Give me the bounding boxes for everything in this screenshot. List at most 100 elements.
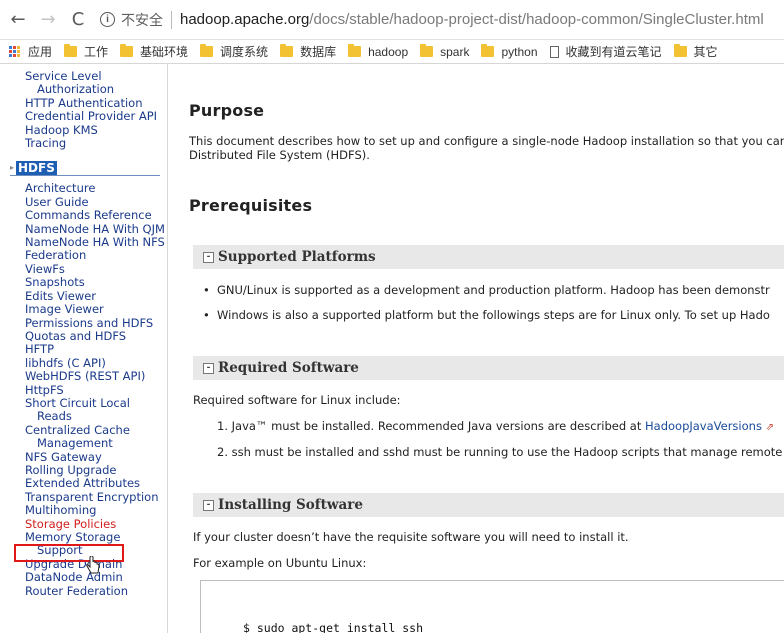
- purpose-text-line1: This document describes how to set up an…: [189, 134, 784, 148]
- bookmark-label: 基础环境: [140, 45, 189, 59]
- supported-platforms-header[interactable]: - Supported Platforms: [193, 245, 784, 269]
- bookmark-label: hadoop: [368, 44, 409, 59]
- browser-toolbar: ← → C i 不安全 hadoop.apache.org/docs/stabl…: [0, 0, 784, 40]
- bookmark-label: 数据库: [300, 45, 337, 59]
- bookmark-folder-python[interactable]: python: [481, 44, 538, 59]
- info-icon[interactable]: i: [100, 12, 115, 27]
- nav-item[interactable]: Edits Viewer: [25, 289, 167, 303]
- main-content: Purpose This document describes how to s…: [169, 64, 784, 633]
- bookmark-apps[interactable]: 应用: [9, 43, 52, 60]
- list-item: 2. ssh must be installed and sshd must b…: [217, 445, 783, 459]
- url-path: /docs/stable/hadoop-project-dist/hadoop-…: [309, 11, 764, 28]
- list-item: 1. Java™ must be installed. Recommended …: [217, 419, 774, 433]
- bookmark-folder-other[interactable]: 其它: [673, 43, 718, 60]
- security-label: 不安全: [121, 11, 163, 28]
- list-item: GNU/Linux is supported as a development …: [203, 283, 770, 297]
- left-nav: Service Level Authorization HTTP Authent…: [0, 64, 168, 633]
- prerequisites-heading: Prerequisites: [189, 196, 313, 215]
- nav-section-hdfs[interactable]: ▸ HDFS: [10, 160, 160, 177]
- nav-item[interactable]: Image Viewer: [25, 302, 167, 316]
- bookmark-label: 收藏到有道云笔记: [565, 45, 662, 59]
- nav-item[interactable]: WebHDFS (REST API): [25, 369, 167, 383]
- nav-item-hadoop-kms[interactable]: Hadoop KMS: [25, 123, 167, 137]
- ubuntu-text: For example on Ubuntu Linux:: [193, 556, 367, 570]
- bookmark-folder-hadoop[interactable]: hadoop: [348, 44, 409, 59]
- nav-item[interactable]: HFTP: [25, 342, 167, 356]
- nav-item-credential-provider-api[interactable]: Credential Provider API: [25, 109, 167, 123]
- folder-icon: [348, 44, 362, 57]
- bookmark-folder-scheduling[interactable]: 调度系统: [200, 43, 268, 60]
- expand-icon: -: [203, 362, 214, 374]
- bookmark-folder-spark[interactable]: spark: [420, 44, 469, 59]
- nav-top-list: Service Level Authorization HTTP Authent…: [0, 64, 167, 150]
- list-item-text: 1. Java™ must be installed. Recommended …: [217, 419, 645, 433]
- code-line: $ sudo apt-get install ssh: [243, 621, 424, 633]
- bookmark-folder-env[interactable]: 基础环境: [120, 43, 188, 60]
- bookmark-label: 其它: [693, 45, 718, 59]
- bookmarks-bar: 应用 工作 基础环境 调度系统 数据库 hadoop spark python …: [0, 40, 784, 64]
- bookmark-label: 工作: [84, 45, 109, 59]
- nav-section-title: HDFS: [16, 160, 57, 175]
- nav-item-http-authentication[interactable]: HTTP Authentication: [25, 96, 167, 110]
- highlight-box: [14, 544, 124, 562]
- nav-item[interactable]: Router Federation: [25, 584, 167, 598]
- section-title: Supported Platforms: [218, 249, 376, 265]
- folder-icon: [420, 44, 434, 57]
- section-title: Required Software: [218, 360, 359, 376]
- forward-button[interactable]: →: [36, 8, 60, 32]
- expand-icon: -: [203, 499, 214, 511]
- nav-item[interactable]: Commands Reference: [25, 208, 167, 222]
- nav-item[interactable]: User Guide: [25, 195, 167, 209]
- expand-arrow-icon: ▸: [10, 163, 15, 173]
- nav-item[interactable]: Extended Attributes: [25, 476, 167, 490]
- nav-item[interactable]: Transparent Encryption: [25, 490, 167, 504]
- bookmark-youdao[interactable]: 收藏到有道云笔记: [549, 43, 662, 60]
- expand-icon: -: [203, 251, 214, 263]
- address-divider: [171, 10, 172, 29]
- folder-icon: [673, 44, 687, 57]
- list-item: Windows is also a supported platform but…: [203, 308, 770, 322]
- nav-item[interactable]: NameNode HA With NFS: [25, 235, 167, 249]
- bookmark-folder-work[interactable]: 工作: [64, 43, 108, 60]
- nav-item[interactable]: libhdfs (C API): [25, 356, 167, 370]
- hadoop-java-versions-link[interactable]: HadoopJavaVersions: [645, 419, 762, 433]
- purpose-heading: Purpose: [189, 101, 265, 120]
- bookmark-label: 调度系统: [220, 45, 269, 59]
- nav-item[interactable]: Short Circuit Local Reads: [25, 396, 167, 424]
- nav-item[interactable]: Architecture: [25, 182, 167, 196]
- folder-icon: [280, 44, 294, 57]
- apps-grid-icon: [9, 46, 20, 57]
- installing-software-header[interactable]: - Installing Software: [193, 493, 784, 517]
- bookmark-folder-database[interactable]: 数据库: [280, 43, 336, 60]
- hand-cursor-icon: [86, 556, 100, 574]
- required-intro: Required software for Linux include:: [193, 393, 401, 407]
- folder-icon: [120, 44, 134, 57]
- nav-item[interactable]: NameNode HA With QJM: [25, 222, 167, 236]
- nav-item[interactable]: Permissions and HDFS: [25, 316, 167, 330]
- nav-item[interactable]: Centralized Cache Management: [25, 423, 167, 451]
- url-host: hadoop.apache.org: [180, 11, 310, 28]
- folder-icon: [200, 44, 214, 57]
- nav-item[interactable]: ViewFs: [25, 262, 167, 276]
- nav-item-storage-policies[interactable]: Storage Policies: [25, 517, 167, 531]
- code-block: $ sudo apt-get install ssh: [200, 580, 784, 633]
- nav-item[interactable]: Rolling Upgrade: [25, 463, 167, 477]
- installing-text: If your cluster doesn’t have the requisi…: [193, 530, 629, 544]
- folder-icon: [481, 44, 495, 57]
- nav-item[interactable]: Quotas and HDFS: [25, 329, 167, 343]
- bookmark-label: python: [501, 44, 538, 59]
- nav-item[interactable]: NFS Gateway: [25, 450, 167, 464]
- purpose-text-line2: Distributed File System (HDFS).: [189, 148, 370, 162]
- address-bar[interactable]: i 不安全 hadoop.apache.org/docs/stable/hado…: [100, 6, 784, 34]
- nav-item[interactable]: HttpFS: [25, 383, 167, 397]
- reload-button[interactable]: C: [66, 8, 90, 32]
- page-icon: [549, 45, 559, 58]
- nav-item[interactable]: Snapshots: [25, 275, 167, 289]
- nav-item[interactable]: Federation: [25, 249, 167, 263]
- nav-item[interactable]: Multihoming: [25, 503, 167, 517]
- section-title: Installing Software: [218, 497, 363, 513]
- back-button[interactable]: ←: [6, 8, 30, 32]
- required-software-header[interactable]: - Required Software: [193, 356, 784, 380]
- nav-item-service-level-authorization[interactable]: Service Level Authorization: [25, 69, 167, 97]
- nav-item-tracing[interactable]: Tracing: [25, 136, 167, 150]
